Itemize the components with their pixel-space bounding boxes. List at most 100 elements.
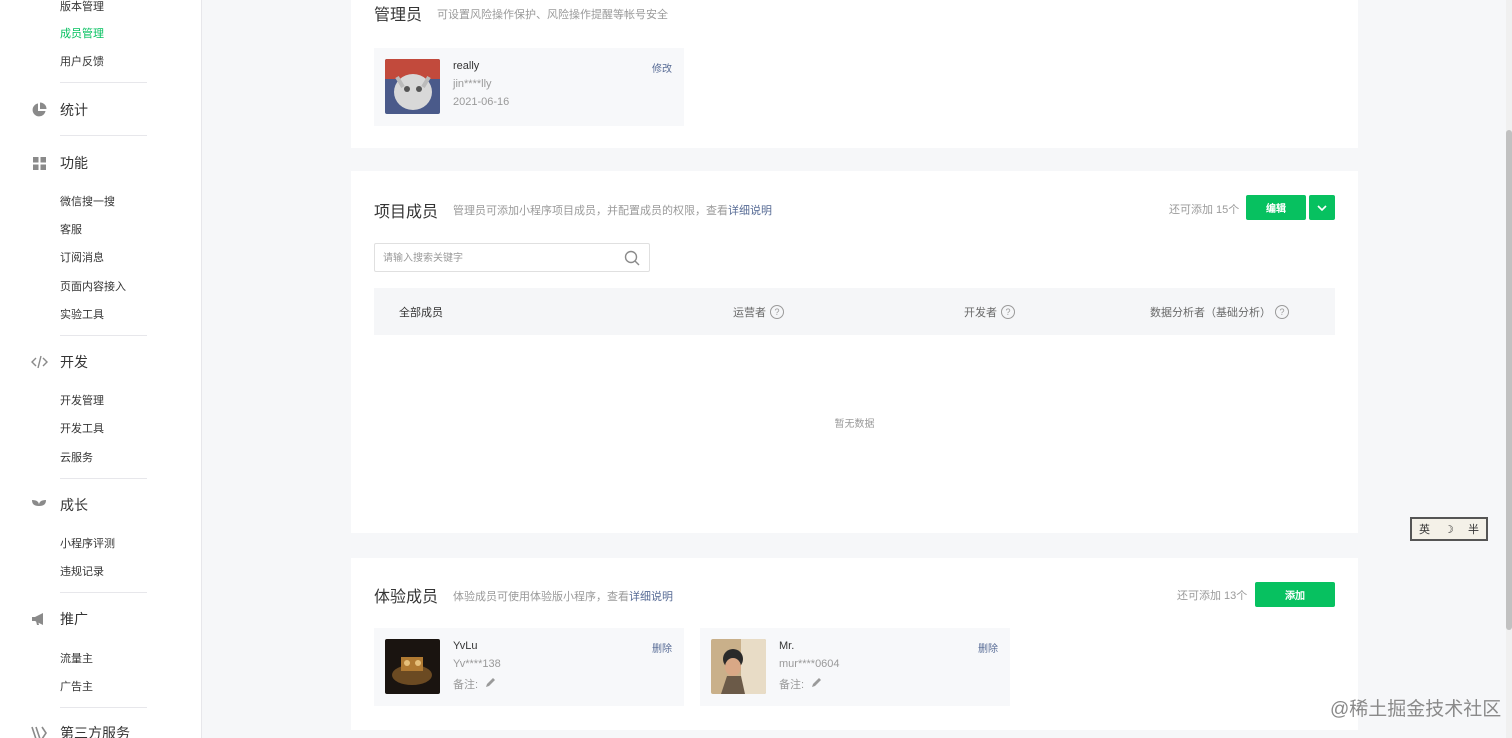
column-all-members[interactable]: 全部成员 (399, 304, 443, 320)
scrollbar-thumb[interactable] (1506, 130, 1512, 630)
member-account: jin****lly (453, 78, 492, 90)
sidebar-item-subscribe[interactable]: 订阅消息 (60, 251, 104, 265)
ime-mode[interactable]: ☽ (1444, 523, 1454, 536)
divider (60, 592, 147, 593)
project-title: 项目成员 (374, 204, 439, 221)
admin-desc: 可设置风险操作保护、风险操作提醒等帐号安全 (437, 9, 668, 21)
pencil-icon[interactable] (484, 677, 496, 692)
experience-title: 体验成员 (374, 589, 439, 606)
sidebar-item-violations[interactable]: 违规记录 (60, 565, 104, 579)
member-account: Yv****138 (453, 658, 501, 670)
column-operator: 运营者 ? (733, 304, 784, 320)
modify-admin-button[interactable]: 修改 (652, 60, 672, 75)
sidebar-section-growth[interactable]: 成长 (30, 494, 88, 516)
sidebar-section-title: 成长 (60, 497, 88, 513)
sidebar-section-third-party[interactable]: 第三方服务 (30, 722, 130, 738)
members-table-header: 全部成员 运营者 ? 开发者 ? 数据分析者（基础分析） ? (374, 288, 1335, 335)
sidebar-item-cloud[interactable]: 云服务 (60, 451, 93, 465)
column-label: 数据分析者（基础分析） (1150, 307, 1271, 319)
sidebar-section-stats[interactable]: 统计 (30, 99, 88, 121)
sidebar-item-service[interactable]: 客服 (60, 223, 82, 237)
project-members-card: 项目成员 管理员可添加小程序项目成员，并配置成员的权限，查看详细说明 还可添加 … (351, 171, 1358, 533)
grid-icon (30, 154, 48, 172)
member-nickname: Mr. (779, 640, 795, 652)
search-input[interactable] (383, 250, 613, 266)
sidebar-section-title: 功能 (60, 155, 88, 171)
add-member-button[interactable]: 添加 (1255, 582, 1335, 607)
help-icon[interactable]: ? (1001, 305, 1015, 319)
experience-detail-link[interactable]: 详细说明 (629, 591, 673, 603)
search-icon[interactable] (624, 250, 640, 271)
sidebar-section-title: 第三方服务 (60, 725, 130, 738)
pencil-icon[interactable] (810, 677, 822, 692)
avatar (385, 59, 440, 114)
empty-state: 暂无数据 (834, 419, 875, 430)
experience-members-card: 体验成员 体验成员可使用体验版小程序，查看详细说明 还可添加 13个 添加 Yv… (351, 558, 1358, 730)
project-desc-text: 管理员可添加小程序项目成员，并配置成员的权限，查看 (453, 205, 728, 217)
ime-width[interactable]: 半 (1468, 521, 1479, 537)
sidebar-item-dev-tools[interactable]: 开发工具 (60, 422, 104, 436)
experience-desc-text: 体验成员可使用体验版小程序，查看 (453, 591, 629, 603)
divider (60, 335, 147, 336)
divider (60, 135, 147, 136)
delete-member-button[interactable]: 删除 (652, 640, 672, 655)
note-label: 备注: (779, 679, 805, 691)
experience-quota: 还可添加 13个 (1177, 590, 1248, 602)
admin-card: 管理员 可设置风险操作保护、风险操作提醒等帐号安全 really jin****… (351, 0, 1358, 148)
column-developer: 开发者 ? (964, 304, 1015, 320)
member-note: 备注: (453, 676, 496, 692)
column-label: 全部成员 (399, 307, 443, 319)
sidebar-item-feedback[interactable]: 用户反馈 (60, 55, 104, 69)
sidebar-item-evaluation[interactable]: 小程序评测 (60, 537, 115, 551)
sidebar-section-title: 开发 (60, 354, 88, 370)
help-icon[interactable]: ? (1275, 305, 1289, 319)
watermark: @稀土掘金技术社区 (1330, 699, 1502, 720)
project-detail-link[interactable]: 详细说明 (728, 205, 772, 217)
ime-language[interactable]: 英 (1419, 521, 1430, 537)
edit-button[interactable]: 编辑 (1246, 195, 1306, 220)
sidebar-section-develop[interactable]: 开发 (30, 351, 88, 373)
sidebar-section-promote[interactable]: 推广 (30, 608, 88, 630)
sidebar-section-title: 推广 (60, 611, 88, 627)
sidebar-item-experiment[interactable]: 实验工具 (60, 308, 104, 322)
sidebar-item-version[interactable]: 版本管理 (60, 0, 104, 14)
chevron-down-icon (1317, 204, 1327, 211)
avatar (711, 639, 766, 694)
delete-member-button[interactable]: 删除 (978, 640, 998, 655)
column-label: 开发者 (964, 307, 997, 319)
admin-member-card: really jin****lly 2021-06-16 修改 (374, 48, 684, 126)
experience-member-card: Mr. mur****0604 备注: 删除 (700, 628, 1010, 706)
admin-title: 管理员 (374, 7, 423, 24)
member-date: 2021-06-16 (453, 96, 510, 108)
divider (60, 478, 147, 479)
megaphone-icon (30, 610, 48, 628)
member-account: mur****0604 (779, 658, 840, 670)
project-quota: 还可添加 15个 (1169, 204, 1240, 216)
note-label: 备注: (453, 679, 479, 691)
sidebar-section-features[interactable]: 功能 (30, 152, 88, 174)
column-label: 运营者 (733, 307, 766, 319)
project-desc: 管理员可添加小程序项目成员，并配置成员的权限，查看详细说明 (453, 202, 772, 218)
sidebar-item-dev-manage[interactable]: 开发管理 (60, 394, 104, 408)
ime-toolbar[interactable]: 英 ☽ 半 (1410, 517, 1488, 541)
code-icon (30, 353, 48, 371)
search-box (374, 243, 650, 272)
member-nickname: YvLu (453, 640, 478, 652)
sidebar-item-members[interactable]: 成员管理 (60, 27, 104, 41)
pie-chart-icon (30, 101, 48, 119)
member-note: 备注: (779, 676, 822, 692)
sidebar-item-search[interactable]: 微信搜一搜 (60, 195, 115, 209)
sidebar-item-traffic-owner[interactable]: 流量主 (60, 652, 93, 666)
sprout-icon (30, 496, 48, 514)
sidebar-item-page-content[interactable]: 页面内容接入 (60, 280, 126, 294)
sidebar-item-advertiser[interactable]: 广告主 (60, 680, 93, 694)
experience-member-card: YvLu Yv****138 备注: 删除 (374, 628, 684, 706)
experience-desc: 体验成员可使用体验版小程序，查看详细说明 (453, 588, 673, 604)
help-icon[interactable]: ? (770, 305, 784, 319)
edit-dropdown-button[interactable] (1309, 195, 1335, 220)
sidebar: 版本管理 成员管理 用户反馈 统计 功能 微信搜一搜 客服 订阅消息 页面内容接… (0, 0, 202, 738)
avatar (385, 639, 440, 694)
divider (60, 707, 147, 708)
column-data-analyst: 数据分析者（基础分析） ? (1150, 304, 1289, 320)
divider (60, 82, 147, 83)
